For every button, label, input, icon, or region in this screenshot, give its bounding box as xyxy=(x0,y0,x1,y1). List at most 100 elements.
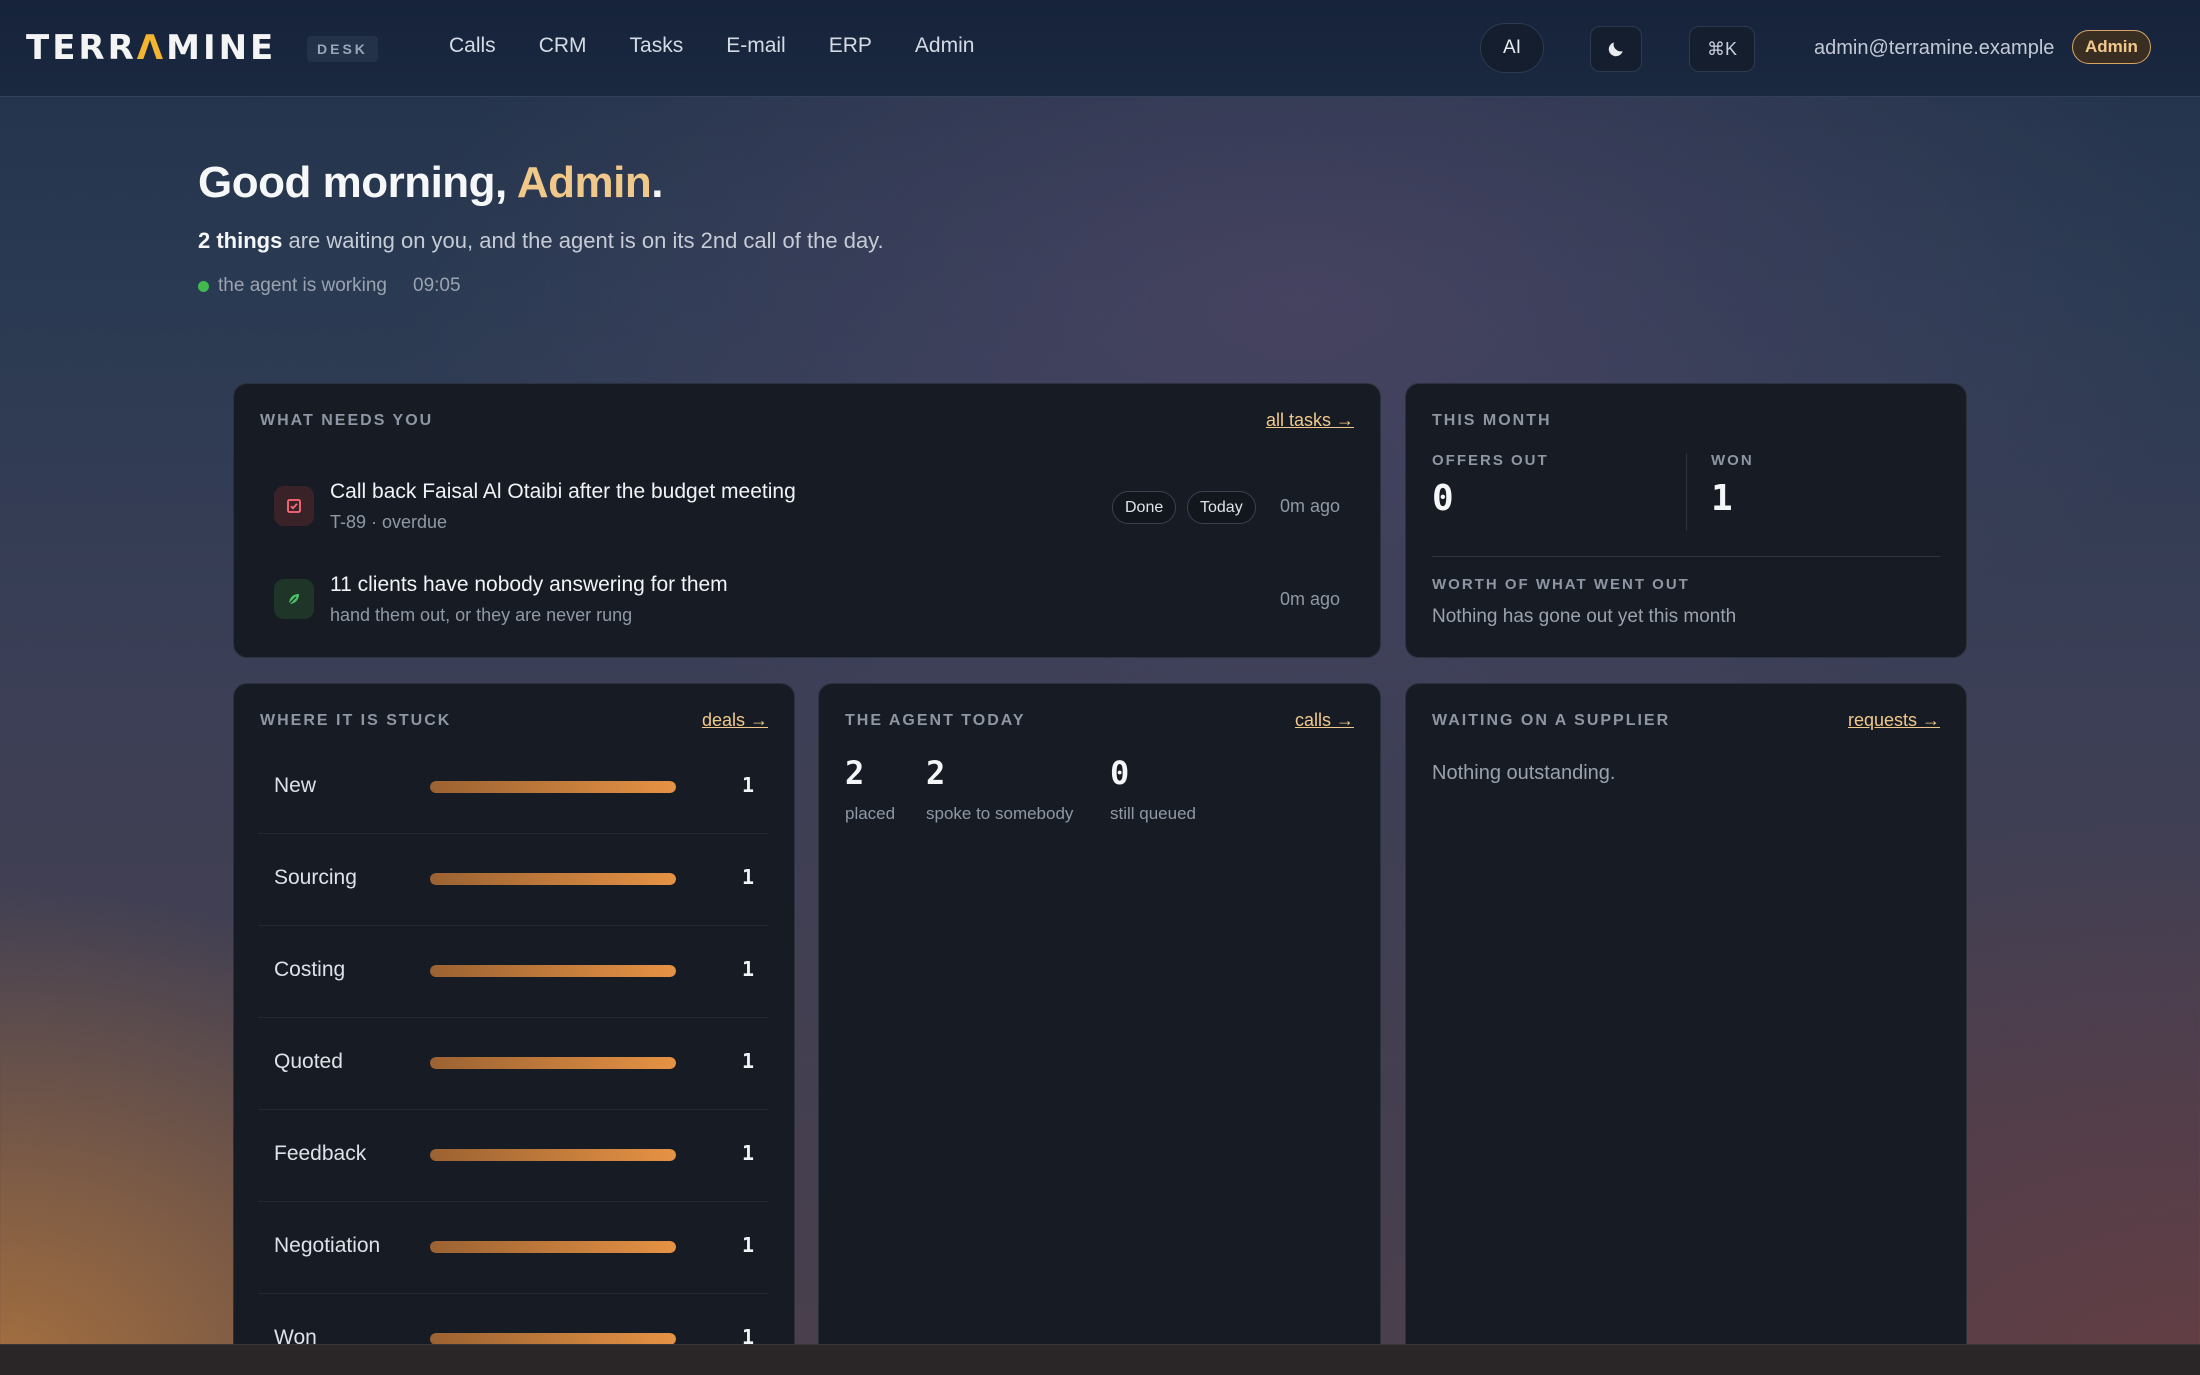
greeting-prefix: Good morning, xyxy=(198,158,517,207)
needs-you-card: WHAT NEEDS YOU all tasks → Call back Fai… xyxy=(233,383,1381,658)
status-text: the agent is working xyxy=(218,275,387,296)
supplier-card: WAITING ON A SUPPLIER requests → Nothing… xyxy=(1405,683,1967,1375)
divider xyxy=(1686,454,1687,530)
calls-link[interactable]: calls → xyxy=(1295,710,1354,731)
ai-button[interactable]: AI xyxy=(1480,23,1544,73)
today-chip[interactable]: Today xyxy=(1187,491,1256,524)
task-row[interactable]: 11 clients have nobody answering for the… xyxy=(234,565,1380,645)
stage-bar-fill xyxy=(430,1241,676,1253)
leaf-icon xyxy=(274,579,314,619)
main-nav: Calls CRM Tasks E-mail ERP Admin xyxy=(449,34,1017,58)
nav-email[interactable]: E-mail xyxy=(726,34,786,58)
greeting-suffix: . xyxy=(651,158,663,207)
card-title: THE AGENT TODAY xyxy=(845,712,1026,729)
won-value: 1 xyxy=(1711,478,1733,519)
card-title: WHERE IT IS STUCK xyxy=(260,712,452,729)
spoke-count: 2 xyxy=(926,754,946,792)
stage-label: Feedback xyxy=(274,1142,367,1165)
placed-label: placed xyxy=(845,804,896,823)
stage-bar xyxy=(430,1057,676,1069)
stage-count: 1 xyxy=(741,865,754,889)
stage-label: Negotiation xyxy=(274,1234,381,1257)
stage-count: 1 xyxy=(741,1141,754,1165)
queued-label: still queued xyxy=(1110,804,1197,823)
nav-erp[interactable]: ERP xyxy=(829,34,872,58)
empty-state-text: Nothing outstanding. xyxy=(1432,762,1616,784)
stage-row[interactable]: Feedback 1 xyxy=(258,1110,768,1202)
stage-bar-fill xyxy=(430,965,676,977)
deals-link[interactable]: deals → xyxy=(702,710,768,731)
stage-label: Quoted xyxy=(274,1050,343,1073)
user-email[interactable]: admin@terramine.example xyxy=(1814,37,2054,60)
task-age: 0m ago xyxy=(1279,589,1340,609)
role-badge: Admin xyxy=(2072,30,2151,64)
checkbox-icon[interactable] xyxy=(274,486,314,526)
summary-count: 2 things xyxy=(198,228,283,253)
worth-label: WORTH OF WHAT WENT OUT xyxy=(1432,576,1690,593)
page-title: Good morning, Admin. xyxy=(198,158,663,208)
stage-row[interactable]: Quoted 1 xyxy=(258,1018,768,1110)
stage-label: Sourcing xyxy=(274,866,357,889)
this-month-card: THIS MONTH OFFERS OUT 0 WON 1 WORTH OF W… xyxy=(1405,383,1967,658)
stage-row[interactable]: New 1 xyxy=(258,742,768,834)
stage-bar-fill xyxy=(430,1149,676,1161)
task-title: 11 clients have nobody answering for the… xyxy=(330,573,728,596)
product-tag: DESK xyxy=(307,36,378,62)
stage-label: New xyxy=(274,774,317,797)
stuck-card: WHERE IT IS STUCK deals → New 1 Sourcing 1 C… xyxy=(233,683,795,1375)
stage-bar-fill xyxy=(430,1057,676,1069)
nav-admin[interactable]: Admin xyxy=(915,34,975,58)
agent-today-card: THE AGENT TODAY calls → 2 placed 2 spoke… xyxy=(818,683,1381,1375)
task-age: 0m ago xyxy=(1279,496,1340,516)
stage-count: 1 xyxy=(741,957,754,981)
command-palette-button[interactable]: ⌘K xyxy=(1689,26,1755,72)
theme-toggle-button[interactable] xyxy=(1590,26,1642,72)
logo-text-end: MINE xyxy=(166,28,277,68)
won-label: WON xyxy=(1711,452,1754,469)
card-title: WAITING ON A SUPPLIER xyxy=(1432,712,1671,729)
stage-count: 1 xyxy=(741,773,754,797)
worth-value: Nothing has gone out yet this month xyxy=(1432,606,1737,627)
card-title: WHAT NEEDS YOU xyxy=(260,412,434,429)
nav-tasks[interactable]: Tasks xyxy=(630,34,684,58)
task-meta: T-89 · overdue xyxy=(330,512,448,532)
task-title: Call back Faisal Al Otaibi after the bud… xyxy=(330,480,796,503)
logo-accent: Λ xyxy=(136,28,167,68)
summary-text: are waiting on you, and the agent is on … xyxy=(282,228,884,253)
logo[interactable]: TERRΛMINE xyxy=(26,28,276,68)
status-dot-icon xyxy=(198,280,209,292)
stage-label: Costing xyxy=(274,958,346,981)
divider xyxy=(1432,556,1940,557)
stage-row[interactable]: Sourcing 1 xyxy=(258,834,768,926)
nav-calls[interactable]: Calls xyxy=(449,34,496,58)
stage-row[interactable]: Negotiation 1 xyxy=(258,1202,768,1294)
status-time: 09:05 xyxy=(413,275,461,296)
requests-link[interactable]: requests → xyxy=(1848,710,1940,731)
stage-count: 1 xyxy=(741,1049,754,1073)
bottom-strip xyxy=(0,1344,2200,1375)
offers-out-value: 0 xyxy=(1432,478,1454,519)
stage-bar-fill xyxy=(430,781,676,793)
spoke-label: spoke to somebody xyxy=(926,804,1074,823)
stage-bar xyxy=(430,965,676,977)
stage-bar-fill xyxy=(430,873,676,885)
queued-count: 0 xyxy=(1110,754,1130,792)
placed-count: 2 xyxy=(845,754,865,792)
greeting-name: Admin xyxy=(516,158,652,207)
stage-row[interactable]: Costing 1 xyxy=(258,926,768,1018)
stage-count: 1 xyxy=(741,1233,754,1257)
logo-text-start: TERR xyxy=(26,28,137,68)
nav-crm[interactable]: CRM xyxy=(539,34,587,58)
all-tasks-link[interactable]: all tasks → xyxy=(1266,410,1354,431)
task-meta: hand them out, or they are never rung xyxy=(330,605,633,625)
agent-status: the agent is working 09:05 xyxy=(198,275,461,297)
stage-bar xyxy=(430,1241,676,1253)
offers-out-label: OFFERS OUT xyxy=(1432,452,1549,469)
task-row[interactable]: Call back Faisal Al Otaibi after the bud… xyxy=(234,472,1380,552)
done-chip[interactable]: Done xyxy=(1112,491,1177,524)
moon-icon xyxy=(1608,42,1623,57)
top-bar: TERRΛMINE DESK Calls CRM Tasks E-mail ER… xyxy=(0,0,2200,97)
stage-bar xyxy=(430,873,676,885)
stage-bar xyxy=(430,781,676,793)
card-title: THIS MONTH xyxy=(1432,412,1552,429)
